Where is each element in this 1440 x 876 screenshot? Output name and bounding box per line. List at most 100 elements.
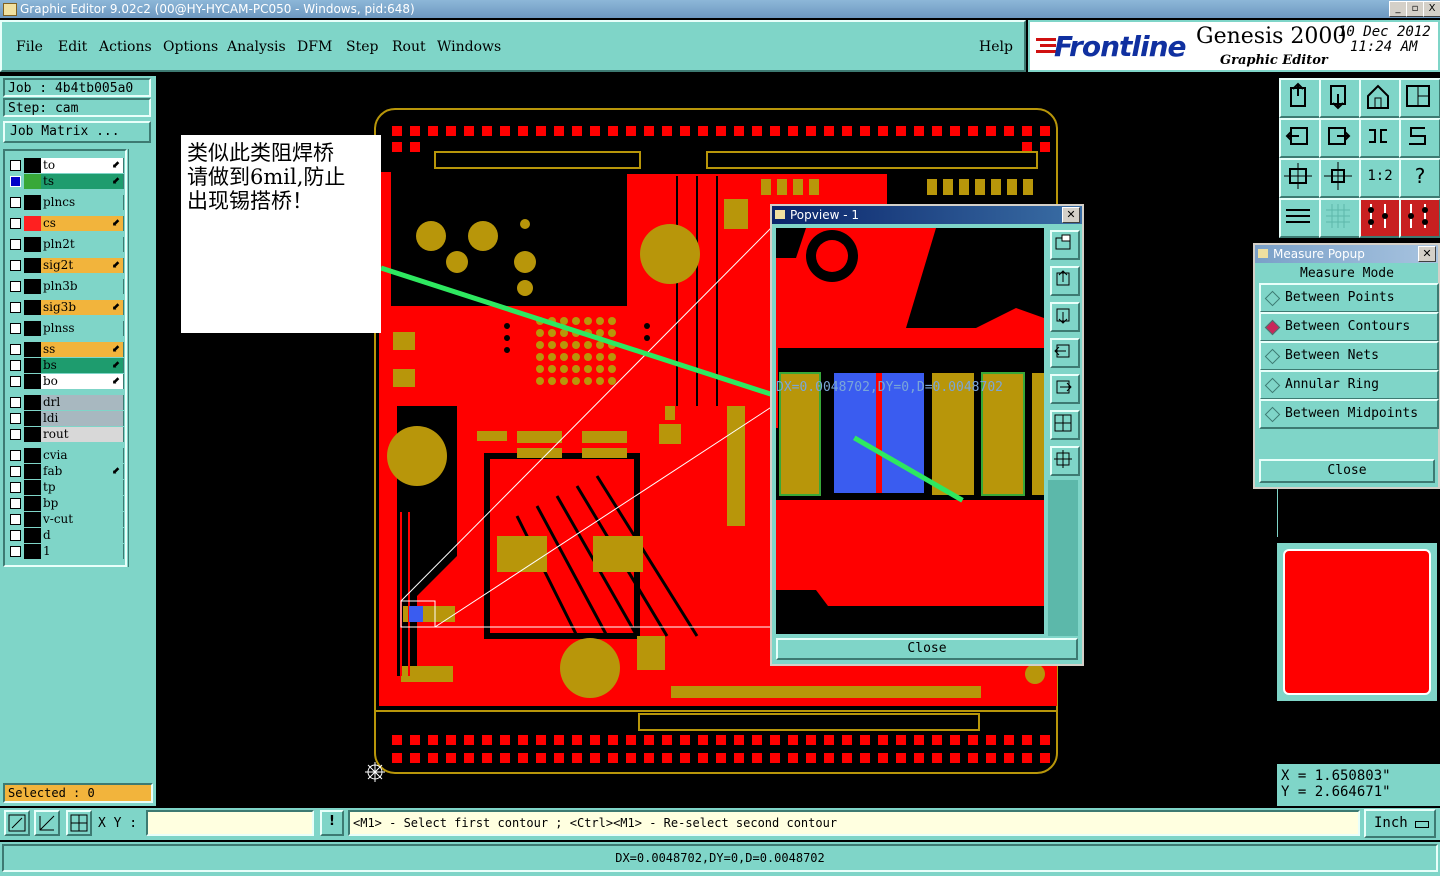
layer-color-swatch[interactable] bbox=[24, 158, 41, 173]
layer-color-swatch[interactable] bbox=[24, 258, 41, 273]
layer-checkbox[interactable] bbox=[10, 260, 21, 271]
layer-color-swatch[interactable] bbox=[24, 411, 41, 426]
layer-row-rout[interactable]: rout bbox=[6, 427, 124, 442]
pan-up-icon[interactable] bbox=[1050, 266, 1080, 296]
layer-checkbox[interactable] bbox=[10, 530, 21, 541]
layer-color-swatch[interactable] bbox=[24, 216, 41, 231]
layer-color-swatch[interactable] bbox=[24, 528, 41, 543]
layer-color-swatch[interactable] bbox=[24, 512, 41, 527]
layer-checkbox[interactable] bbox=[10, 413, 21, 424]
menu-edit[interactable]: Edit bbox=[58, 39, 87, 55]
layer-checkbox[interactable] bbox=[10, 344, 21, 355]
layer-name[interactable]: to ⬋ bbox=[41, 158, 124, 173]
layer-name[interactable]: plnss bbox=[41, 321, 124, 336]
menu-actions[interactable]: Actions bbox=[99, 39, 152, 55]
menu-analysis[interactable]: Analysis bbox=[227, 39, 286, 55]
redraw-icon[interactable] bbox=[1399, 118, 1440, 158]
layer-name[interactable]: sig2t ⬋ bbox=[41, 258, 124, 273]
measure-option-between-midpoints[interactable]: Between Midpoints bbox=[1259, 399, 1439, 429]
layer-checkbox[interactable] bbox=[10, 397, 21, 408]
layer-checkbox[interactable] bbox=[10, 514, 21, 525]
layer-row-bs[interactable]: bs ⬋ bbox=[6, 358, 124, 373]
layer-checkbox[interactable] bbox=[10, 498, 21, 509]
layer-checkbox[interactable] bbox=[10, 281, 21, 292]
menu-rout[interactable]: Rout bbox=[392, 39, 426, 55]
layer-checkbox[interactable] bbox=[10, 323, 21, 334]
snap-net-icon[interactable] bbox=[1359, 198, 1401, 238]
measure-popup-titlebar[interactable]: Measure Popup ✕ bbox=[1255, 245, 1438, 263]
job-matrix-button[interactable]: Job Matrix ... bbox=[3, 121, 151, 143]
layer-row-tp[interactable]: tp bbox=[6, 480, 124, 495]
layer-name[interactable]: 1 bbox=[41, 544, 124, 559]
layer-name[interactable]: bs ⬋ bbox=[41, 358, 124, 373]
layer-name[interactable]: bp bbox=[41, 496, 124, 511]
layer-name[interactable]: tp bbox=[41, 480, 124, 495]
maximize-button[interactable]: ▫ bbox=[1406, 1, 1424, 17]
layer-row-pln2t[interactable]: pln2t bbox=[6, 237, 124, 252]
measure-close-x-button[interactable]: ✕ bbox=[1418, 246, 1436, 262]
layer-up-icon[interactable] bbox=[1279, 78, 1321, 118]
swap-icon[interactable] bbox=[1359, 118, 1401, 158]
measure-option-between-points[interactable]: Between Points bbox=[1259, 283, 1439, 313]
layer-row-sig3b[interactable]: sig3b ⬋ bbox=[6, 300, 124, 315]
layer-checkbox[interactable] bbox=[10, 450, 21, 461]
layer-color-swatch[interactable] bbox=[24, 395, 41, 410]
layer-name[interactable]: cvia bbox=[41, 448, 124, 463]
zoom-extents-icon[interactable] bbox=[1279, 158, 1321, 198]
window-split-icon[interactable] bbox=[1399, 78, 1440, 118]
layer-checkbox[interactable] bbox=[10, 466, 21, 477]
snap-grid-icon[interactable] bbox=[66, 810, 92, 836]
layer-color-swatch[interactable] bbox=[24, 544, 41, 559]
grid-icon[interactable] bbox=[1319, 198, 1361, 238]
help-question-icon[interactable]: ? bbox=[1399, 158, 1440, 198]
layer-name[interactable]: ts ⬋ bbox=[41, 174, 124, 189]
overview-board[interactable] bbox=[1283, 549, 1431, 695]
layer-color-swatch[interactable] bbox=[24, 480, 41, 495]
layer-name[interactable]: rout bbox=[41, 427, 124, 442]
layer-color-swatch[interactable] bbox=[24, 321, 41, 336]
layer-color-swatch[interactable] bbox=[24, 174, 41, 189]
scale-1-2-icon[interactable]: 1:2 bbox=[1359, 158, 1401, 198]
layer-color-swatch[interactable] bbox=[24, 195, 41, 210]
pan-left-icon[interactable] bbox=[1050, 338, 1080, 368]
layer-name[interactable]: bo ⬋ bbox=[41, 374, 124, 389]
layer-row-v-cut[interactable]: v-cut bbox=[6, 512, 124, 527]
measure-option-between-nets[interactable]: Between Nets bbox=[1259, 341, 1439, 371]
menu-windows[interactable]: Windows bbox=[437, 39, 501, 55]
snap-net-alt-icon[interactable] bbox=[1399, 198, 1440, 238]
minimize-button[interactable]: _ bbox=[1389, 1, 1407, 17]
layer-name[interactable]: ldi bbox=[41, 411, 124, 426]
layer-color-swatch[interactable] bbox=[24, 374, 41, 389]
menu-dfm[interactable]: DFM bbox=[297, 39, 332, 55]
layer-name[interactable]: plncs bbox=[41, 195, 124, 210]
layer-row-cvia[interactable]: cvia bbox=[6, 448, 124, 463]
popview-zoom-icon[interactable] bbox=[1050, 230, 1080, 260]
measure-option-annular-ring[interactable]: Annular Ring bbox=[1259, 370, 1439, 400]
popview-close-x-button[interactable]: ✕ bbox=[1062, 207, 1080, 223]
menu-file[interactable]: File bbox=[16, 39, 43, 55]
menu-step[interactable]: Step bbox=[346, 39, 378, 55]
layer-row-bp[interactable]: bp bbox=[6, 496, 124, 511]
menu-help[interactable]: Help bbox=[979, 39, 1013, 55]
layer-checkbox[interactable] bbox=[10, 302, 21, 313]
layer-name[interactable]: ss ⬋ bbox=[41, 342, 124, 357]
layer-row-plnss[interactable]: plnss bbox=[6, 321, 124, 336]
shift-left-icon[interactable] bbox=[1279, 118, 1321, 158]
layer-down-icon[interactable] bbox=[1319, 78, 1361, 118]
layer-color-swatch[interactable] bbox=[24, 496, 41, 511]
popview-zoom-canvas[interactable]: DX=0.0048702,DY=0,D=0.0048702 bbox=[776, 228, 1044, 634]
layer-name[interactable]: drl bbox=[41, 395, 124, 410]
layer-color-swatch[interactable] bbox=[24, 237, 41, 252]
layer-name[interactable]: fab ⬋ bbox=[41, 464, 124, 479]
layer-checkbox[interactable] bbox=[10, 546, 21, 557]
layer-row-d[interactable]: d bbox=[6, 528, 124, 543]
layer-name[interactable]: v-cut bbox=[41, 512, 124, 527]
zoom-center-icon[interactable] bbox=[1319, 158, 1361, 198]
layer-checkbox[interactable] bbox=[10, 176, 21, 187]
layer-row-sig2t[interactable]: sig2t ⬋ bbox=[6, 258, 124, 273]
pan-right-icon[interactable] bbox=[1050, 374, 1080, 404]
layer-checkbox[interactable] bbox=[10, 239, 21, 250]
close-window-button[interactable]: X bbox=[1423, 1, 1440, 17]
layer-color-swatch[interactable] bbox=[24, 300, 41, 315]
layer-row-fab[interactable]: fab ⬋ bbox=[6, 464, 124, 479]
